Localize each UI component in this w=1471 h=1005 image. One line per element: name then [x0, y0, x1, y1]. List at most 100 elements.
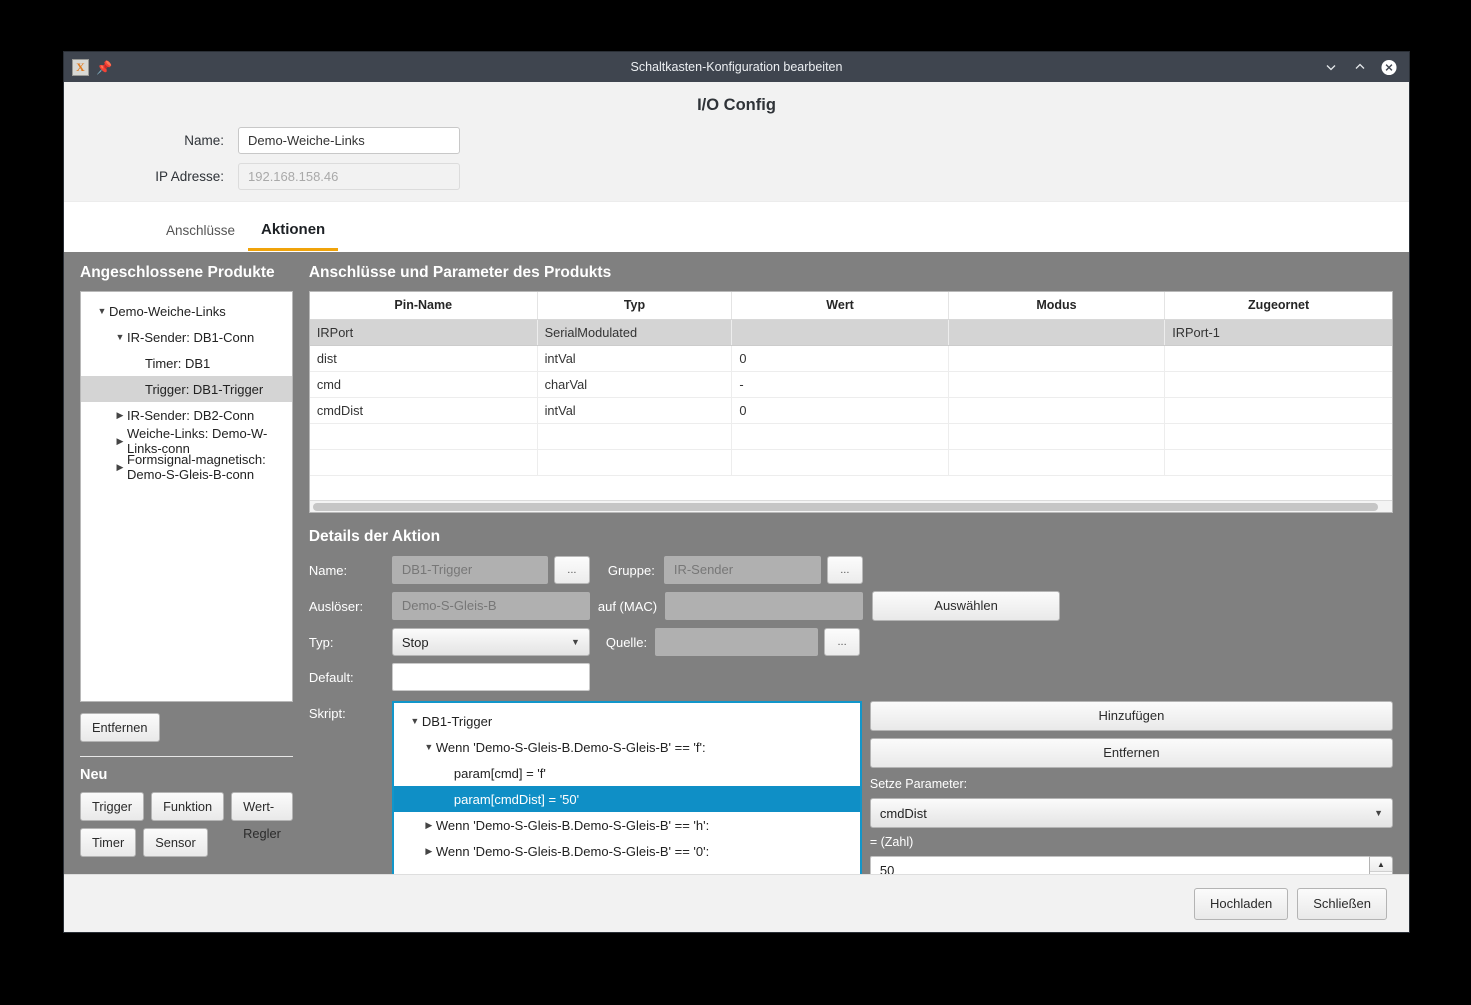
column-header-wert[interactable]: Wert: [732, 292, 948, 319]
script-node[interactable]: ▼ DB1-Trigger: [394, 708, 860, 734]
name-input[interactable]: Demo-Weiche-Links: [238, 127, 460, 154]
chevron-down-icon: ▼: [571, 637, 580, 647]
table-row[interactable]: dist intVal 0: [310, 345, 1392, 371]
script-add-button[interactable]: Hinzufügen: [870, 701, 1393, 731]
ip-field-row: IP Adresse: 192.168.158.46: [64, 163, 1409, 190]
divider: [80, 756, 293, 757]
tree-item[interactable]: ▼ IR-Sender: DB1-Conn: [81, 324, 292, 350]
page-title: I/O Config: [64, 82, 1409, 127]
connected-products-tree[interactable]: ▼ Demo-Weiche-Links ▼ IR-Sender: DB1-Con…: [80, 291, 293, 702]
action-details-title: Details der Aktion: [309, 528, 1393, 546]
new-trigger-button[interactable]: Trigger: [80, 792, 144, 821]
chevron-down-icon[interactable]: ▼: [422, 742, 436, 752]
ausloeser-label: Auslöser:: [309, 599, 392, 614]
tree-item-selected[interactable]: ▶ Trigger: DB1-Trigger: [81, 376, 292, 402]
auswaehlen-button[interactable]: Auswählen: [872, 591, 1060, 621]
script-node[interactable]: ▶ param[cmd] = 'f': [394, 760, 860, 786]
name-field-row: Name: Demo-Weiche-Links: [64, 127, 1409, 154]
tab-anschluesse[interactable]: Anschlüsse: [153, 223, 248, 251]
chevron-down-icon: ▼: [1374, 808, 1383, 818]
column-header-typ[interactable]: Typ: [537, 292, 732, 319]
table-row[interactable]: IRPort SerialModulated IRPort-1: [310, 319, 1392, 345]
cell-pin-name: IRPort: [310, 319, 537, 345]
chevron-right-icon[interactable]: ▶: [422, 846, 436, 857]
action-name-browse-button[interactable]: ...: [554, 556, 590, 584]
typ-select[interactable]: Stop ▼: [392, 628, 590, 656]
typ-row: Typ: Stop ▼ Quelle: ...: [309, 628, 1393, 656]
tree-item[interactable]: ▶ Timer: DB1: [81, 350, 292, 376]
window-controls: [1323, 59, 1409, 75]
tree-item[interactable]: ▶ Formsignal-magnetisch: Demo-S-Gleis-B-…: [81, 454, 292, 480]
column-header-zugeornet[interactable]: Zugeornet: [1165, 292, 1392, 319]
chevron-right-icon[interactable]: ▶: [113, 462, 127, 473]
tree-item[interactable]: ▼ Demo-Weiche-Links: [81, 298, 292, 324]
cell-typ: [537, 449, 732, 475]
window-titlebar: X 📌 Schaltkasten-Konfiguration bearbeite…: [64, 52, 1409, 82]
script-tree[interactable]: ▼ DB1-Trigger ▼ Wenn 'Demo-S-Gleis-B.Dem…: [392, 701, 862, 884]
script-node-label: Wenn 'Demo-S-Gleis-B.Demo-S-Gleis-B' == …: [436, 740, 706, 755]
script-node-label: Wenn 'Demo-S-Gleis-B.Demo-S-Gleis-B' == …: [436, 818, 709, 833]
set-parameter-label: Setze Parameter:: [870, 777, 1393, 791]
column-header-pin-name[interactable]: Pin-Name: [310, 292, 537, 319]
tab-bar: Anschlüsse Aktionen: [64, 201, 1409, 251]
chevron-right-icon[interactable]: ▶: [113, 410, 127, 421]
mac-field[interactable]: [665, 592, 863, 620]
pin-icon[interactable]: 📌: [96, 61, 112, 74]
chevron-down-icon[interactable]: ▼: [95, 306, 109, 316]
column-header-modus[interactable]: Modus: [948, 292, 1164, 319]
cell-modus: [948, 449, 1164, 475]
script-node-label: Wenn 'Demo-S-Gleis-B.Demo-S-Gleis-B' == …: [436, 844, 709, 859]
quelle-browse-button[interactable]: ...: [824, 628, 860, 656]
table-row[interactable]: [310, 423, 1392, 449]
typ-select-value: Stop: [402, 635, 429, 650]
chevron-down-icon[interactable]: ▼: [113, 332, 127, 342]
cell-wert: [732, 449, 948, 475]
new-timer-button[interactable]: Timer: [80, 828, 136, 857]
default-input[interactable]: [392, 663, 590, 691]
tab-aktionen[interactable]: Aktionen: [248, 221, 338, 251]
script-node[interactable]: ▼ Wenn 'Demo-S-Gleis-B.Demo-S-Gleis-B' =…: [394, 734, 860, 760]
script-node[interactable]: ▶ Wenn 'Demo-S-Gleis-B.Demo-S-Gleis-B' =…: [394, 838, 860, 864]
triangle-up-icon[interactable]: ▲: [1370, 857, 1392, 871]
cell-pin-name: cmdDist: [310, 397, 537, 423]
table-row[interactable]: [310, 449, 1392, 475]
cell-typ: intVal: [537, 345, 732, 371]
chevron-down-icon[interactable]: ▼: [408, 716, 422, 726]
cell-typ: intVal: [537, 397, 732, 423]
close-button[interactable]: Schließen: [1297, 888, 1387, 920]
new-wert-regler-button[interactable]: Wert-Regler: [231, 792, 293, 821]
cell-pin-name: cmd: [310, 371, 537, 397]
script-node-label: DB1-Trigger: [422, 714, 492, 729]
tree-item[interactable]: ▶ Weiche-Links: Demo-W-Links-conn: [81, 428, 292, 454]
script-remove-button[interactable]: Entfernen: [870, 738, 1393, 768]
parameter-select[interactable]: cmdDist ▼: [870, 798, 1393, 828]
new-section-title: Neu: [80, 767, 293, 783]
chevron-up-icon[interactable]: [1352, 59, 1368, 75]
chevron-right-icon[interactable]: ▶: [113, 436, 127, 447]
ausloeser-field[interactable]: Demo-S-Gleis-B: [392, 592, 590, 620]
tree-item[interactable]: ▶ IR-Sender: DB2-Conn: [81, 402, 292, 428]
gruppe-field[interactable]: IR-Sender: [664, 556, 821, 584]
script-node[interactable]: ▶ Wenn 'Demo-S-Gleis-B.Demo-S-Gleis-B' =…: [394, 812, 860, 838]
quelle-field[interactable]: [655, 628, 818, 656]
upload-button[interactable]: Hochladen: [1194, 888, 1288, 920]
action-name-field[interactable]: DB1-Trigger: [392, 556, 548, 584]
close-circle-icon[interactable]: [1381, 59, 1397, 75]
table-row[interactable]: cmdDist intVal 0: [310, 397, 1392, 423]
chevron-down-icon[interactable]: [1323, 59, 1339, 75]
table-row[interactable]: cmd charVal -: [310, 371, 1392, 397]
left-column: Angeschlossene Produkte ▼ Demo-Weiche-Li…: [64, 252, 305, 874]
new-funktion-button[interactable]: Funktion: [151, 792, 224, 821]
io-config-window: X 📌 Schaltkasten-Konfiguration bearbeite…: [64, 52, 1409, 932]
gruppe-label: Gruppe:: [608, 563, 655, 578]
scrollbar-thumb[interactable]: [313, 503, 1378, 511]
table-horizontal-scrollbar[interactable]: [310, 500, 1392, 512]
ip-address-input[interactable]: 192.168.158.46: [238, 163, 460, 190]
chevron-right-icon[interactable]: ▶: [422, 820, 436, 831]
new-sensor-button[interactable]: Sensor: [143, 828, 208, 857]
cell-zugeornet: [1165, 397, 1392, 423]
remove-product-button[interactable]: Entfernen: [80, 713, 160, 742]
name-label: Name:: [64, 133, 238, 148]
script-node-selected[interactable]: ▶ param[cmdDist] = '50': [394, 786, 860, 812]
gruppe-browse-button[interactable]: ...: [827, 556, 863, 584]
